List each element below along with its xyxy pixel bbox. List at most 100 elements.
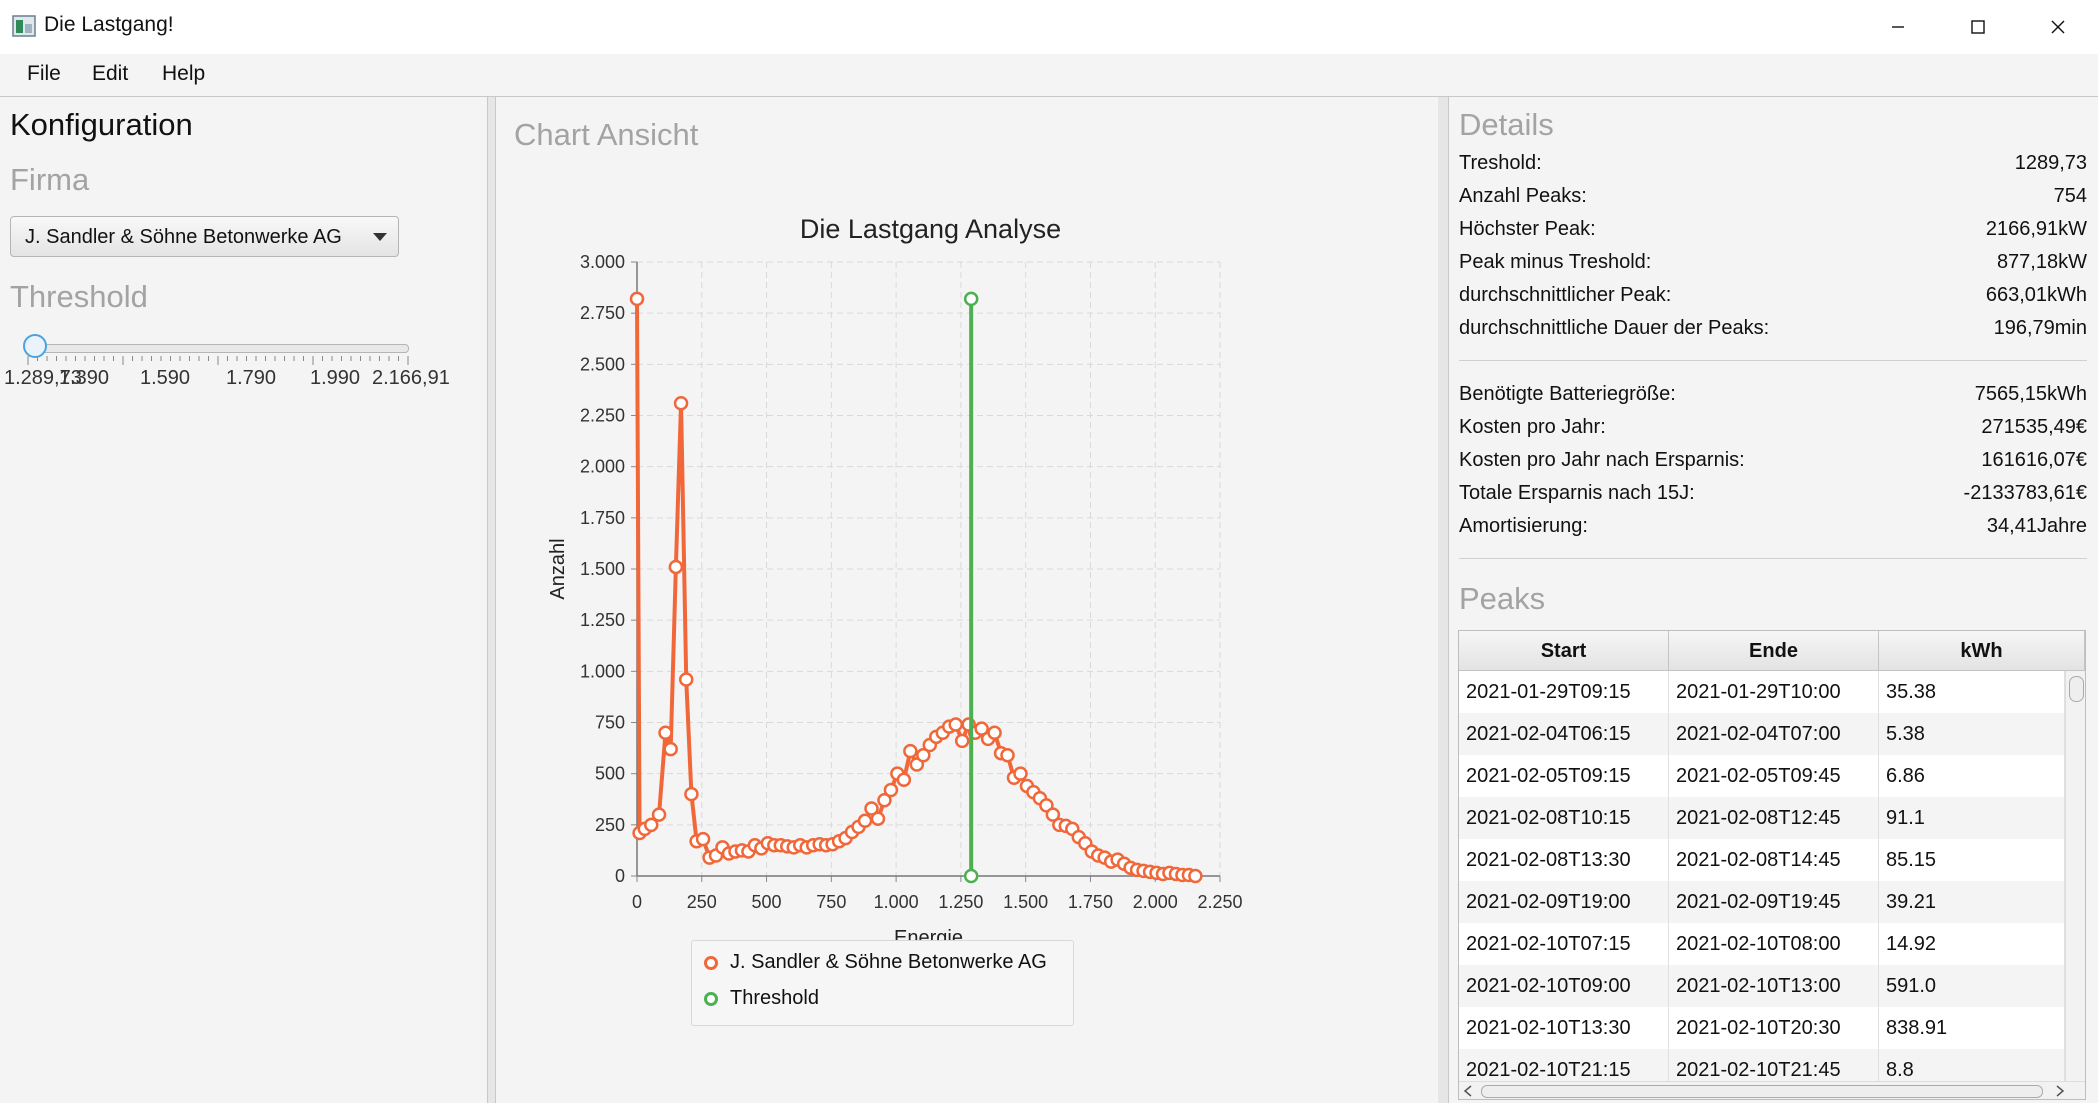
detail-row-peak-count: Anzahl Peaks: 754 [1459,185,2087,215]
column-header-start[interactable]: Start [1459,631,1669,671]
x-tick-label: 1.000 [874,892,919,912]
scrollbar-thumb[interactable] [2069,676,2084,702]
company-select[interactable]: J. Sandler & Söhne Betonwerke AG [10,216,399,257]
data-point [896,772,912,788]
title-bar: Die Lastgang! [0,0,2098,55]
close-button[interactable] [2018,0,2098,54]
detail-key: Treshold: [1459,152,1542,174]
data-point [963,291,979,307]
x-tick-label: 750 [816,892,846,912]
table-cell: 2021-02-10T13:00 [1669,965,1879,1007]
threshold-slider-track[interactable] [27,344,409,353]
table-row[interactable]: 2021-02-05T09:15 2021-02-05T09:45 6.86 [1459,755,2065,797]
slider-tick-label: 1.590 [140,367,191,389]
menu-file[interactable]: File [27,62,61,86]
data-point [658,725,673,740]
slider-max-label: 2.166,91 [372,367,450,389]
table-cell: 2021-02-05T09:45 [1669,755,1879,797]
split-divider[interactable] [1438,97,1448,1103]
table-cell: 2021-02-08T10:15 [1459,797,1669,839]
x-tick-label: 500 [752,892,782,912]
y-tick-label: 1.000 [580,661,625,681]
table-cell: 6.86 [1879,755,2065,797]
menu-edit[interactable]: Edit [92,62,128,86]
data-point [663,741,678,757]
detail-row-battery-size: Benötigte Batteriegröße: 7565,15kWh [1459,383,2087,413]
y-axis-label: Anzahl [547,538,569,599]
legend-marker-company [704,956,718,970]
detail-key: Peak minus Treshold: [1459,251,1652,273]
detail-row-peak-minus-threshold: Peak minus Treshold: 877,18kW [1459,251,2087,281]
table-row[interactable]: 2021-02-09T19:00 2021-02-09T19:45 39.21 [1459,881,2065,923]
chart-title: Die Lastgang Analyse [800,214,1061,244]
detail-key: Totale Ersparnis nach 15J: [1459,482,1695,504]
data-point [695,831,711,847]
table-row[interactable]: 2021-02-10T09:00 2021-02-10T13:00 591.0 [1459,965,2065,1007]
detail-value: 196,79min [1993,317,2087,339]
table-cell: 5.38 [1879,713,2065,755]
chevron-left-icon[interactable] [1463,1085,1473,1097]
divider [1459,360,2087,361]
column-header-kwh[interactable]: kWh [1879,631,2085,671]
app-icon [12,15,36,37]
y-tick-label: 500 [595,764,625,784]
table-row[interactable]: 2021-02-04T06:15 2021-02-04T07:00 5.38 [1459,713,2065,755]
table-cell: 2021-02-04T06:15 [1459,713,1669,755]
detail-row-average-peak: durchschnittlicher Peak: 663,01kWh [1459,284,2087,314]
data-point [903,743,918,759]
chevron-down-icon [373,233,387,241]
table-row[interactable]: 2021-02-08T10:15 2021-02-08T12:45 91.1 [1459,797,2065,839]
x-tick-label: 1.250 [938,892,983,912]
x-tick-label: 2.250 [1197,892,1242,912]
x-tick-label: 2.000 [1133,892,1178,912]
detail-key: Höchster Peak: [1459,218,1596,240]
column-header-end[interactable]: Ende [1669,631,1879,671]
configuration-heading: Konfiguration [10,107,193,142]
detail-value: 1289,73 [2014,152,2087,174]
menu-help[interactable]: Help [162,62,205,86]
data-point [1013,766,1028,781]
data-point [673,395,689,411]
detail-value: 754 [2053,185,2087,207]
slider-tick-marks [27,356,409,365]
data-point [678,672,694,687]
chart-legend: J. Sandler & Söhne Betonwerke AG Thresho… [691,940,1074,1026]
x-tick-label: 0 [632,892,642,912]
data-point [954,733,970,749]
table-cell: 838.91 [1879,1007,2065,1049]
table-cell: 2021-02-08T12:45 [1669,797,1879,839]
detail-row-threshold: Treshold: 1289,73 [1459,152,2087,182]
horizontal-scrollbar[interactable] [1459,1081,2085,1099]
slider-tick-label: 1.790 [226,367,277,389]
minimize-button[interactable] [1858,0,1938,54]
table-cell: 2021-02-08T13:30 [1459,839,1669,881]
detail-key: Kosten pro Jahr nach Ersparnis: [1459,449,1745,471]
detail-value: -2133783,61€ [1963,482,2087,504]
scrollbar-thumb[interactable] [1481,1085,2043,1098]
detail-value: 663,01kWh [1985,284,2087,306]
maximize-button[interactable] [1938,0,2018,54]
detail-row-average-duration: durchschnittliche Dauer der Peaks: 196,79… [1459,317,2087,347]
table-cell: 35.38 [1879,671,2065,713]
chart: 0 250 500 750 1.000 1.250 1.500 1.750 2.000 2.250… [547,214,1243,949]
threshold-slider-thumb[interactable] [23,334,47,358]
split-divider[interactable] [488,97,495,1103]
detail-key: Anzahl Peaks: [1459,185,1587,207]
table-row[interactable]: 2021-02-10T07:15 2021-02-10T08:00 14.92 [1459,923,2065,965]
detail-row-amortization: Amortisierung: 34,41Jahre [1459,515,2087,545]
table-row[interactable]: 2021-02-10T13:30 2021-02-10T20:30 838.91 [1459,1007,2065,1049]
slider-tick-label: 1.390 [59,367,110,389]
vertical-scrollbar[interactable] [2065,671,2085,1081]
detail-value: 877,18kW [1996,251,2087,273]
chevron-right-icon[interactable] [2055,1085,2065,1097]
detail-row-cost-after-savings: Kosten pro Jahr nach Ersparnis: 161616,07… [1459,449,2087,479]
table-cell: 91.1 [1879,797,2065,839]
detail-key: durchschnittliche Dauer der Peaks: [1459,317,1770,339]
divider [1459,558,2087,559]
detail-value: 7565,15kWh [1974,383,2087,405]
y-tick-label: 2.750 [580,303,625,323]
table-row[interactable]: 2021-01-29T09:15 2021-01-29T10:00 35.38 [1459,671,2065,713]
details-heading: Details [1459,107,1554,142]
data-point [684,786,699,802]
table-row[interactable]: 2021-02-08T13:30 2021-02-08T14:45 85.15 [1459,839,2065,881]
